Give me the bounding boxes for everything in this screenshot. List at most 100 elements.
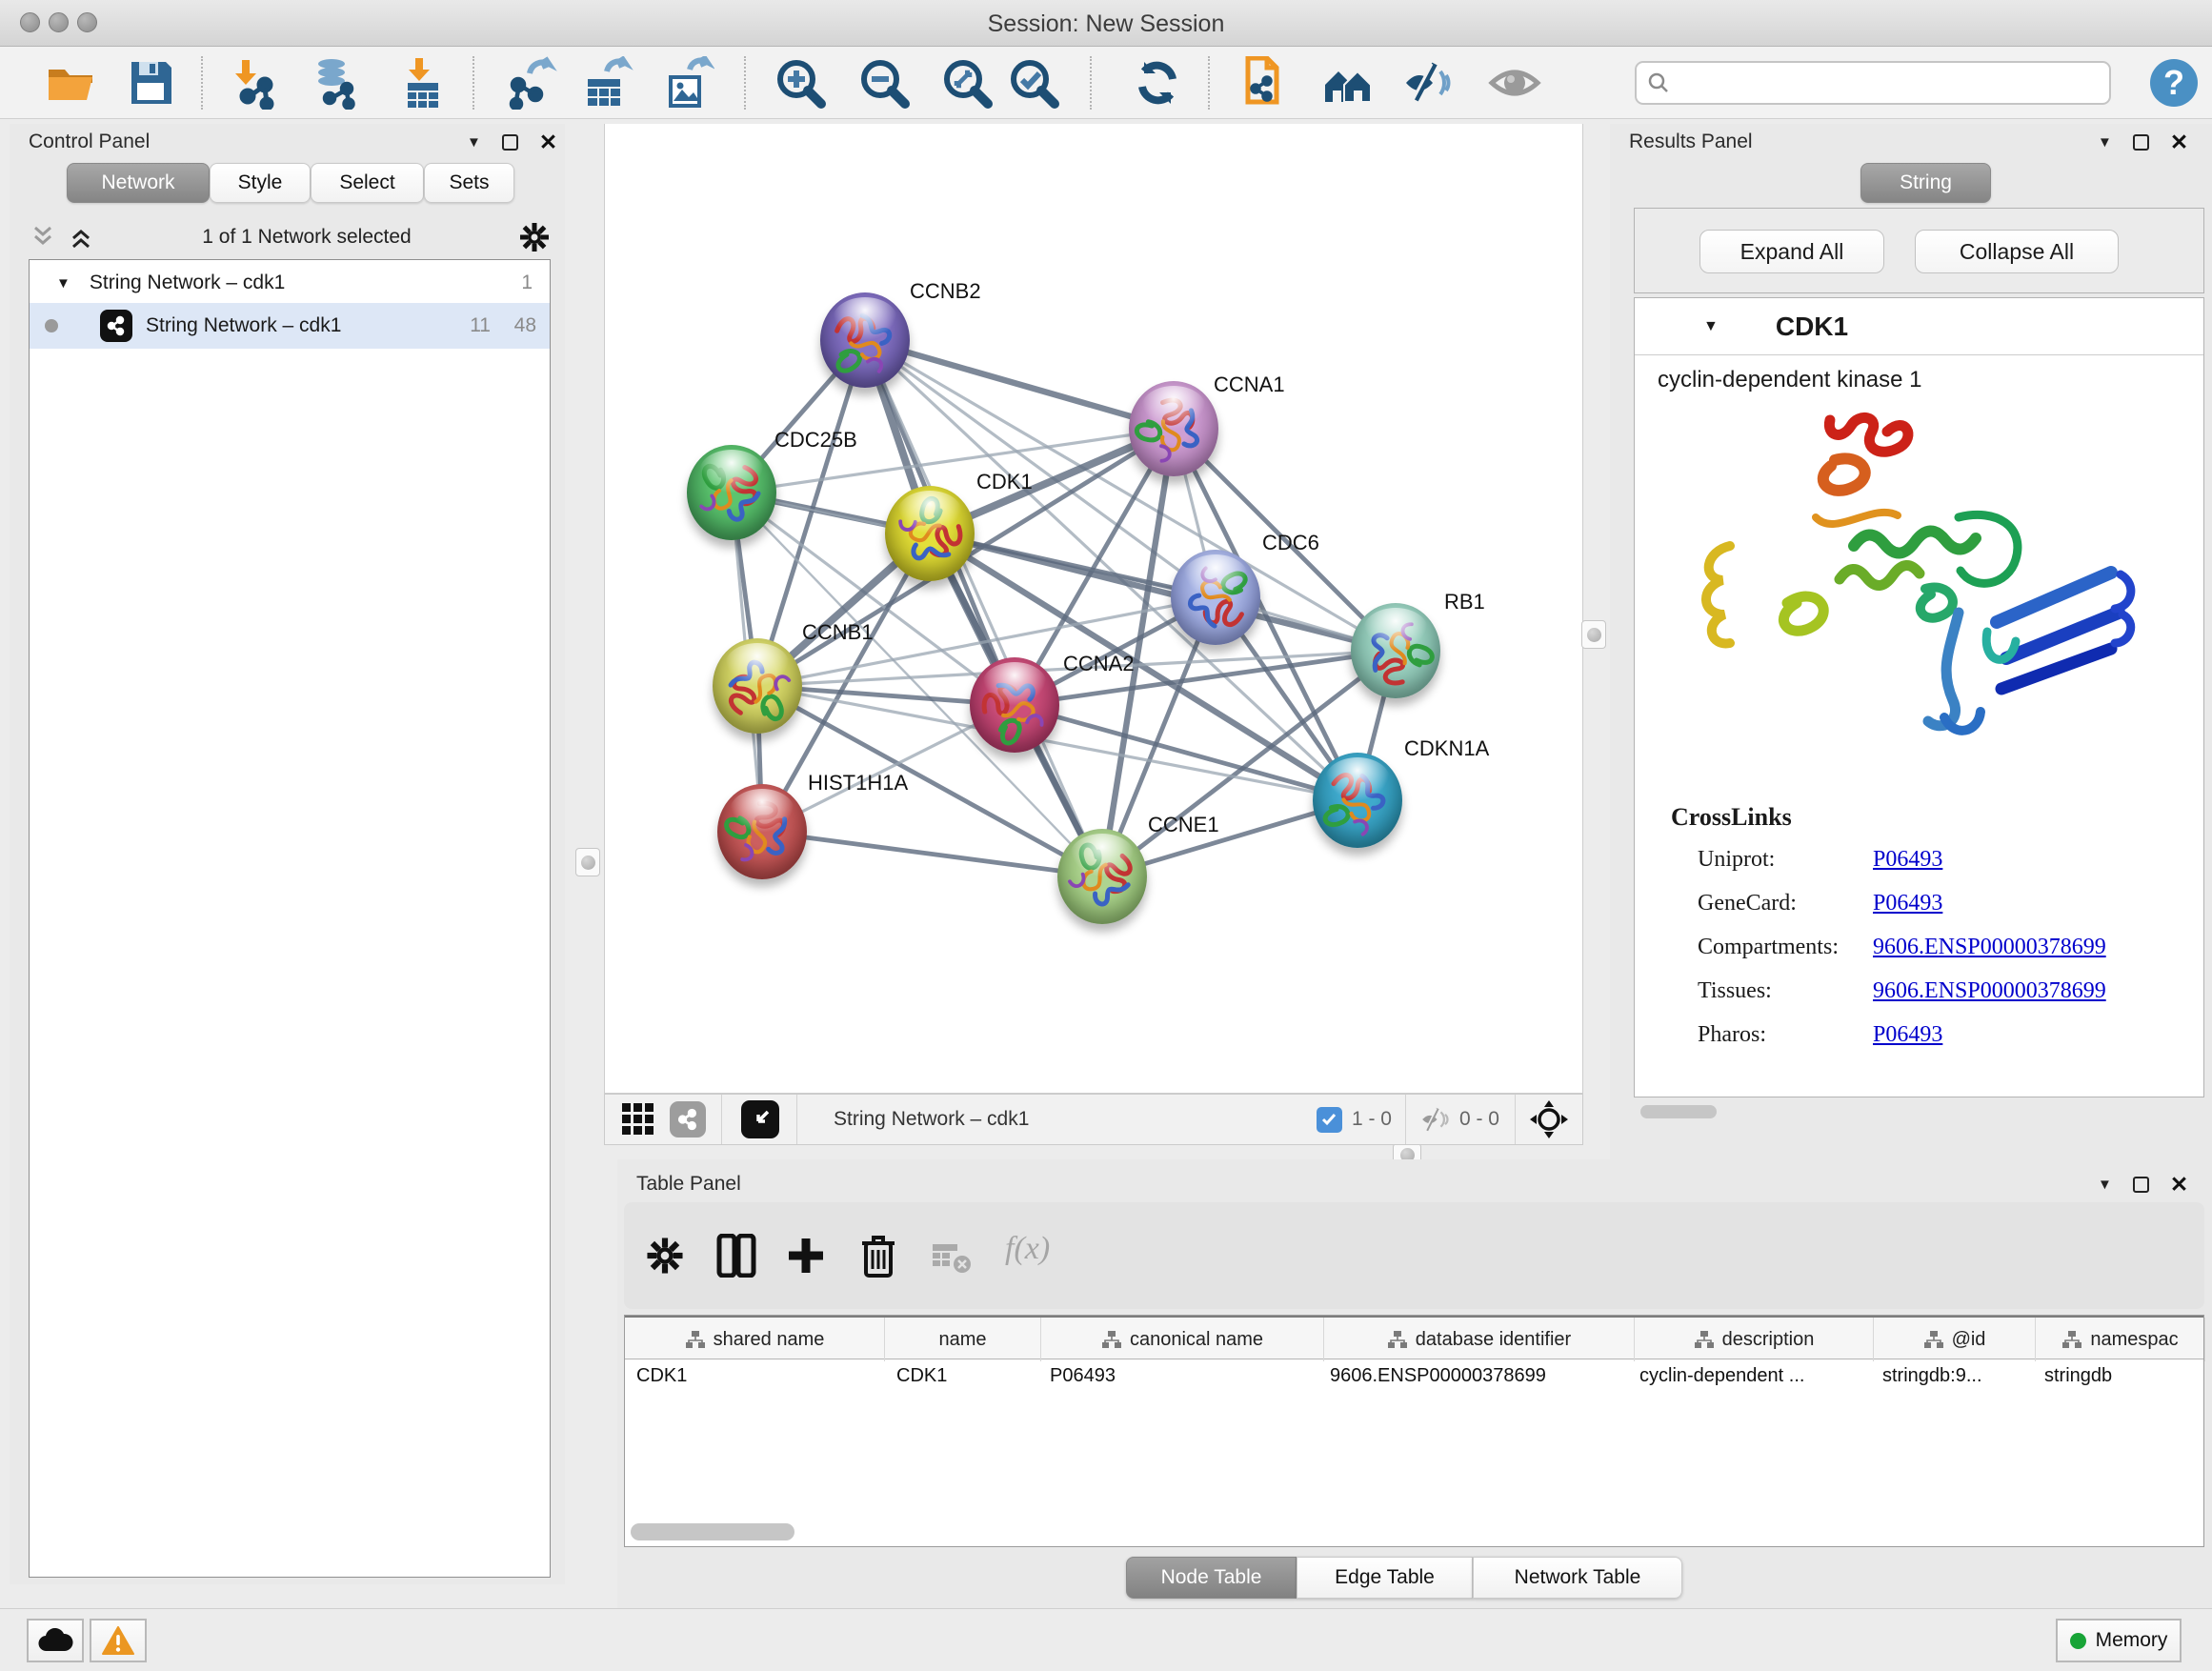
memory-button[interactable]: Memory bbox=[2056, 1619, 2182, 1662]
network-row-selected[interactable]: String Network – cdk1 11 48 bbox=[30, 303, 550, 349]
crosslink-value[interactable]: P06493 bbox=[1873, 891, 1942, 916]
network-view-icon[interactable] bbox=[670, 1101, 706, 1137]
table-cell[interactable]: P06493 bbox=[1050, 1365, 1116, 1387]
hide-glass-eye-icon[interactable] bbox=[1402, 56, 1456, 110]
node-CDC25B[interactable] bbox=[687, 445, 776, 540]
tab-select[interactable]: Select bbox=[311, 163, 424, 203]
node-CDK1[interactable] bbox=[885, 486, 975, 581]
node-label-RB1: RB1 bbox=[1444, 590, 1485, 614]
string-home-button[interactable] bbox=[1321, 56, 1375, 110]
node-CCNE1[interactable] bbox=[1057, 829, 1147, 924]
expand-all-button[interactable]: Expand All bbox=[1699, 230, 1884, 273]
right-splitter-handle[interactable] bbox=[1581, 620, 1606, 649]
column-header-shared-name[interactable]: shared name bbox=[625, 1318, 885, 1361]
table-cell[interactable]: CDK1 bbox=[896, 1365, 947, 1387]
collapse-all-button[interactable]: Collapse All bbox=[1915, 230, 2119, 273]
crosslink-value[interactable]: 9606.ENSP00000378699 bbox=[1873, 935, 2106, 960]
column-header-namespac[interactable]: namespac bbox=[2036, 1318, 2205, 1361]
tab-sets[interactable]: Sets bbox=[424, 163, 514, 203]
column-header--id[interactable]: @id bbox=[1874, 1318, 2036, 1361]
network-edge[interactable] bbox=[865, 340, 1102, 876]
column-header-canonical-name[interactable]: canonical name bbox=[1041, 1318, 1324, 1361]
node-gloss bbox=[699, 450, 764, 493]
network-edge[interactable] bbox=[930, 534, 1396, 651]
toolbar-search-input[interactable] bbox=[1635, 61, 2111, 105]
show-glass-eye-icon[interactable] bbox=[1488, 56, 1541, 110]
node-RB1[interactable] bbox=[1351, 603, 1440, 698]
node-CCNA1[interactable] bbox=[1129, 381, 1218, 476]
node-CDC6[interactable] bbox=[1171, 550, 1260, 645]
tab-node-table[interactable]: Node Table bbox=[1126, 1557, 1297, 1599]
expand-all-icon[interactable] bbox=[67, 223, 95, 252]
results-hscrollbar[interactable] bbox=[1640, 1105, 1717, 1118]
close-panel-icon[interactable]: ✕ bbox=[539, 131, 557, 153]
table-cell[interactable]: cyclin-dependent ... bbox=[1639, 1365, 1804, 1387]
network-edge[interactable] bbox=[762, 832, 1102, 876]
node-HIST1H1A[interactable] bbox=[717, 784, 807, 879]
export-network-button[interactable] bbox=[505, 56, 558, 110]
warning-icon bbox=[102, 1626, 134, 1655]
table-hscrollbar[interactable] bbox=[631, 1523, 794, 1540]
protein-header-row[interactable]: ▼ CDK1 bbox=[1635, 298, 2203, 355]
gear-icon[interactable] bbox=[518, 221, 551, 253]
close-panel-icon[interactable]: ✕ bbox=[2170, 131, 2188, 153]
node-CCNB1[interactable] bbox=[713, 638, 802, 734]
share-file-button[interactable] bbox=[1237, 56, 1290, 110]
network-canvas[interactable]: CCNB2CCNA1CDC25BCDK1CDC6RB1CCNB1CCNA2CDK… bbox=[604, 124, 1583, 1094]
warning-button[interactable] bbox=[90, 1619, 147, 1662]
tab-edge-table[interactable]: Edge Table bbox=[1297, 1557, 1473, 1599]
collapse-panel-icon[interactable]: ▼ bbox=[467, 135, 481, 150]
tab-style[interactable]: Style bbox=[210, 163, 311, 203]
crosshair-icon[interactable] bbox=[1529, 1099, 1569, 1139]
column-header-description[interactable]: description bbox=[1635, 1318, 1874, 1361]
export-table-button[interactable] bbox=[580, 56, 633, 110]
create-column-icon[interactable] bbox=[786, 1236, 826, 1276]
column-header-name[interactable]: name bbox=[885, 1318, 1041, 1361]
close-panel-icon[interactable]: ✕ bbox=[2170, 1174, 2188, 1196]
protein-collapse-icon[interactable]: ▼ bbox=[1703, 318, 1719, 335]
grid-view-icon[interactable] bbox=[620, 1101, 656, 1137]
table-cell[interactable]: stringdb bbox=[2044, 1365, 2112, 1387]
tree-expand-icon[interactable]: ▼ bbox=[56, 275, 70, 292]
tab-network[interactable]: Network bbox=[67, 163, 210, 203]
crosslink-value[interactable]: P06493 bbox=[1873, 847, 1942, 873]
selected-checkbox-icon[interactable] bbox=[1317, 1107, 1342, 1133]
cloud-icon bbox=[37, 1628, 73, 1653]
float-panel-icon[interactable] bbox=[502, 134, 518, 151]
refresh-button[interactable] bbox=[1131, 56, 1184, 110]
import-table-button[interactable] bbox=[396, 56, 450, 110]
save-session-button[interactable] bbox=[124, 56, 177, 110]
delete-column-icon[interactable] bbox=[860, 1234, 896, 1278]
zoom-fit-content-button[interactable] bbox=[940, 56, 994, 110]
show-columns-icon[interactable] bbox=[715, 1234, 757, 1278]
zoom-selected-button[interactable] bbox=[1007, 56, 1060, 110]
export-image-button[interactable] bbox=[661, 56, 714, 110]
node-CDKN1A[interactable] bbox=[1313, 753, 1402, 848]
table-gear-icon[interactable] bbox=[645, 1236, 685, 1276]
column-header-database-identifier[interactable]: database identifier bbox=[1324, 1318, 1635, 1361]
crosslink-value[interactable]: 9606.ENSP00000378699 bbox=[1873, 978, 2106, 1004]
zoom-out-button[interactable] bbox=[857, 56, 911, 110]
collapse-all-icon[interactable] bbox=[29, 223, 57, 252]
help-button[interactable]: ? bbox=[2147, 56, 2201, 110]
node-CCNA2[interactable] bbox=[970, 657, 1059, 753]
float-panel-icon[interactable] bbox=[2133, 1177, 2149, 1193]
collapse-panel-icon[interactable]: ▼ bbox=[2098, 135, 2112, 150]
network-collection-row[interactable]: ▼ String Network – cdk1 1 bbox=[30, 263, 550, 303]
table-cell[interactable]: CDK1 bbox=[636, 1365, 687, 1387]
crosslink-value[interactable]: P06493 bbox=[1873, 1022, 1942, 1048]
node-CCNB2[interactable] bbox=[820, 292, 910, 388]
table-cell[interactable]: 9606.ENSP00000378699 bbox=[1330, 1365, 1546, 1387]
tab-string[interactable]: String bbox=[1860, 163, 1991, 203]
cloud-button[interactable] bbox=[27, 1619, 84, 1662]
import-network-button[interactable] bbox=[229, 56, 282, 110]
collapse-panel-icon[interactable]: ▼ bbox=[2098, 1178, 2112, 1192]
import-network-from-database-button[interactable] bbox=[309, 56, 362, 110]
zoom-in-button[interactable] bbox=[774, 56, 827, 110]
float-panel-icon[interactable] bbox=[2133, 134, 2149, 151]
table-cell[interactable]: stringdb:9... bbox=[1882, 1365, 1982, 1387]
birds-eye-view-icon[interactable] bbox=[741, 1100, 779, 1138]
left-splitter-handle[interactable] bbox=[575, 848, 600, 876]
tab-network-table[interactable]: Network Table bbox=[1473, 1557, 1682, 1599]
open-session-button[interactable] bbox=[44, 56, 97, 110]
